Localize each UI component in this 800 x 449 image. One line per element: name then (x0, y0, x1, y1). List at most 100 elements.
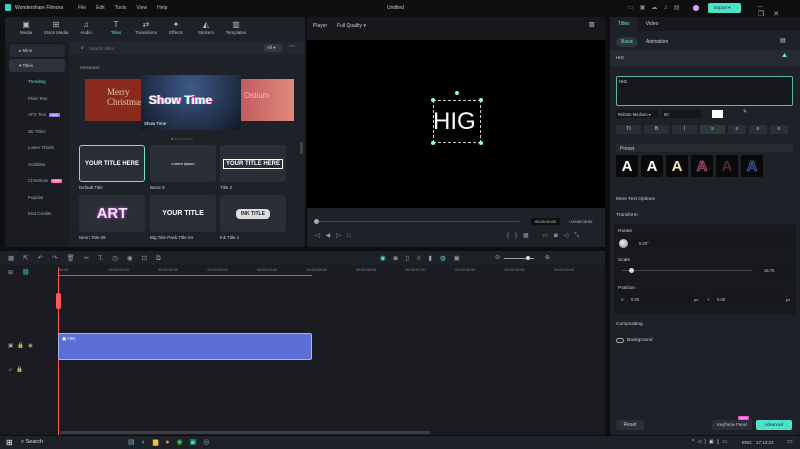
bold-button[interactable]: B (644, 125, 669, 134)
language-indicator[interactable]: ENG (742, 440, 752, 445)
track-controls-icons[interactable]: ▣🔒◉ (8, 343, 37, 349)
sidebar-mine[interactable]: ▸ Mine (9, 44, 65, 57)
timeline-ruler[interactable]: ⊞ ⛓ 00:00 00:00:01:00 00:00:02:00 00:00:03:… (0, 265, 605, 279)
font-select[interactable]: Roboto Medium ▾ (616, 110, 658, 118)
resize-handle[interactable] (479, 141, 483, 145)
justify-button[interactable]: ≡ (770, 125, 788, 134)
carousel-dots[interactable]: ●•••••••• (171, 136, 194, 141)
player-tool-icons[interactable]: {}▦ ▭◙◁⤡ (507, 232, 585, 240)
save-preset-icon[interactable]: ▤ (780, 37, 786, 44)
menu-view[interactable]: View (136, 5, 147, 11)
taskbar-search[interactable]: ⌕ Search (21, 439, 43, 446)
sidebar-titles[interactable]: ▾ Titles (9, 59, 65, 72)
more-icon[interactable]: ⋯ (289, 43, 295, 50)
align-right-button[interactable]: ≡ (749, 125, 767, 134)
toolbar-media[interactable]: ▣ Media (11, 20, 41, 35)
title-clip[interactable]: ▣ HIG (58, 333, 312, 360)
add-track-icon[interactable]: ⊞ (8, 269, 13, 276)
sidebar-item-plain-text[interactable]: Plain Text (5, 91, 69, 108)
notifications-icon[interactable]: ▭ (787, 438, 793, 445)
menu-tools[interactable]: Tools (115, 5, 127, 11)
window-controls[interactable]: –❐✕ (758, 3, 800, 18)
preset-item[interactable]: A (691, 155, 713, 177)
scale-slider-handle[interactable] (628, 268, 634, 273)
select-icon[interactable]: ⇱ (23, 254, 28, 262)
preview-canvas[interactable]: HIG (307, 40, 605, 208)
trending-carousel[interactable]: Merry Christmas Ostium Show Time Show Ti… (81, 75, 298, 130)
align-left-button[interactable]: ≡ (700, 125, 725, 134)
advanced-button[interactable]: Advanced (756, 420, 792, 430)
background-toggle[interactable] (616, 338, 624, 343)
title-card[interactable]: YOUR TITLE HERE Title 2 (220, 145, 286, 190)
tab-video[interactable]: Video (638, 17, 667, 31)
text-icon[interactable]: T. (98, 255, 103, 262)
sidebar-item-vfx-text[interactable]: VFX Text NEW (5, 107, 69, 124)
sidebar-item-popular[interactable]: Popular (5, 190, 69, 207)
title-actions-icons[interactable]: ▭▣☁♫▤ (628, 4, 686, 11)
title-card[interactable]: Lorem ipsum Basic 6 (150, 145, 216, 190)
x-input[interactable]: 0.00 (628, 295, 698, 303)
title-card[interactable]: YOUR TITLE HERE Default Title (79, 145, 145, 190)
preset-item[interactable]: A (666, 155, 688, 177)
toolbar-audio[interactable]: ♫ Audio (71, 20, 101, 35)
search-input[interactable] (89, 44, 239, 52)
text-input[interactable]: HIG (616, 76, 793, 106)
reset-button[interactable]: Reset (616, 420, 644, 430)
ai-icon[interactable]: ⛰ (782, 53, 787, 60)
sidebar-item-lower-thirds[interactable]: Lower Thirds (5, 140, 69, 157)
toolbar-transitions[interactable]: ⇄ Transitions (131, 20, 161, 35)
sidebar-item-3d-titles[interactable]: 3D Titles (5, 124, 69, 141)
toolbar-stickers[interactable]: ◭ Stickers (191, 20, 221, 35)
zoom-out-icon[interactable]: ⊖ (495, 254, 500, 261)
preset-item[interactable]: A (741, 155, 763, 177)
title-card[interactable]: YOUR TITLE Big Title Pack Title 04 (150, 195, 216, 240)
banner-show-time[interactable]: Show Time Show Time (141, 75, 241, 130)
sidebar-item-trending[interactable]: Trending (5, 74, 69, 91)
text-case-button[interactable]: Tt (616, 125, 641, 134)
windows-start-icon[interactable]: ⊞ (6, 438, 13, 447)
avatar[interactable] (693, 5, 699, 11)
rotate-dial[interactable] (619, 239, 628, 248)
compositing-heading[interactable]: Compositing (616, 322, 643, 327)
undo-icon[interactable]: ↶ (38, 254, 43, 262)
system-tray-icons[interactable]: ^◁)▣▯▭ (692, 439, 730, 445)
work-area-range[interactable] (59, 275, 312, 276)
text-bounding-box[interactable]: HIG (431, 91, 483, 145)
title-card[interactable]: ART Neon Title 09 (79, 195, 145, 240)
banner-christmas[interactable]: Merry Christmas (85, 79, 145, 121)
quality-select[interactable]: Full Quality ▾ (337, 23, 366, 29)
preset-dropdown[interactable]: Preset (616, 144, 793, 152)
progress-track[interactable] (319, 221, 519, 222)
zoom-in-icon[interactable]: ⊕ (545, 254, 550, 261)
eyedropper-icon[interactable]: ✎ (743, 109, 747, 115)
timeline-tools-right[interactable]: ◉◙▯◊▮◍▣ (380, 254, 468, 262)
toolbar-effects[interactable]: ✦ Effects (161, 20, 191, 35)
timeline-scrollbar[interactable] (60, 431, 430, 434)
color-swatch[interactable] (712, 110, 723, 118)
playback-buttons[interactable]: ◁◀▷□ (315, 232, 356, 239)
title-card[interactable]: INK TITLE Ink Title 1 (220, 195, 286, 240)
link-icon[interactable]: ⛓ (22, 269, 30, 276)
delete-icon[interactable]: 🗑 (67, 254, 75, 262)
cut-icon[interactable]: ✂ (84, 254, 89, 262)
keyframe-panel-button[interactable]: Keyframe Panel (712, 420, 752, 430)
preview-text[interactable]: HIG (433, 108, 476, 136)
menu-help[interactable]: Help (157, 5, 167, 11)
preset-item[interactable]: A (716, 155, 738, 177)
sidebar-item-christmas[interactable]: Christmas HOT (5, 173, 69, 190)
menu-file[interactable]: File (78, 5, 86, 11)
playhead-marker[interactable] (56, 293, 61, 309)
resize-handle[interactable] (431, 98, 435, 102)
font-size-select[interactable]: 80 (662, 110, 702, 118)
snapshot-icon[interactable]: ▧ (589, 21, 595, 28)
align-center-button[interactable]: ≡ (728, 125, 746, 134)
crop-icon[interactable]: ⊡ (142, 254, 147, 262)
speed-icon[interactable]: ◷ (112, 254, 118, 262)
resize-handle[interactable] (479, 98, 483, 102)
filter-select[interactable]: All ▾ (264, 44, 282, 52)
preset-item[interactable]: A (641, 155, 663, 177)
sidebar-item-end-credits[interactable]: End Credits (5, 206, 69, 223)
library-scrollbar[interactable] (300, 142, 303, 154)
resize-handle[interactable] (431, 141, 435, 145)
preset-item[interactable]: A (616, 155, 638, 177)
